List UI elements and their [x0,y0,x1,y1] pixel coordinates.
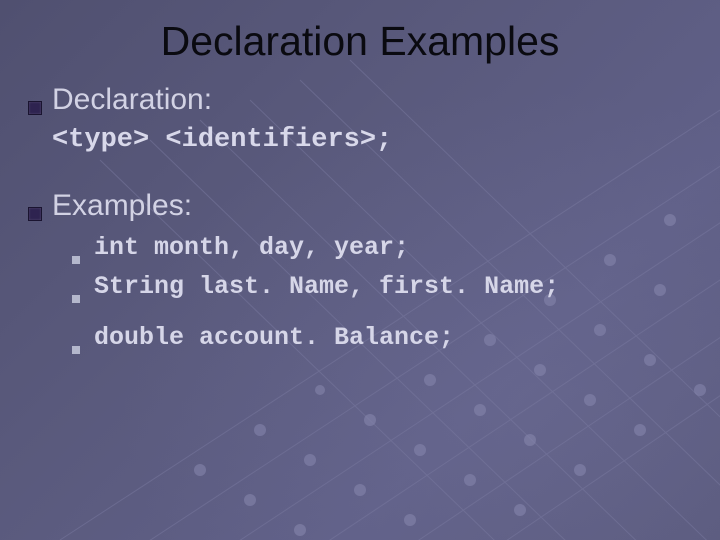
example-code: int month, day, year; [94,233,409,262]
slide-content: Declaration Examples Declaration: <type>… [0,0,720,352]
example-code: double account. Balance; [94,323,454,352]
square-bullet-icon [72,256,80,264]
example-code: String last. Name, first. Name; [94,272,559,301]
square-bullet-icon [28,101,42,115]
syntax-text: <type> <identifiers>; [52,125,692,155]
example-item: String last. Name, first. Name; [72,272,692,301]
square-bullet-icon [72,346,80,354]
example-item: int month, day, year; [72,233,692,262]
bullet-label: Declaration: [52,83,212,117]
square-bullet-icon [72,295,80,303]
bullet-label: Examples: [52,189,192,223]
square-bullet-icon [28,207,42,221]
example-item: double account. Balance; [72,323,692,352]
slide-title: Declaration Examples [28,18,692,65]
bullet-declaration: Declaration: [28,83,692,117]
bullet-examples: Examples: [28,189,692,223]
